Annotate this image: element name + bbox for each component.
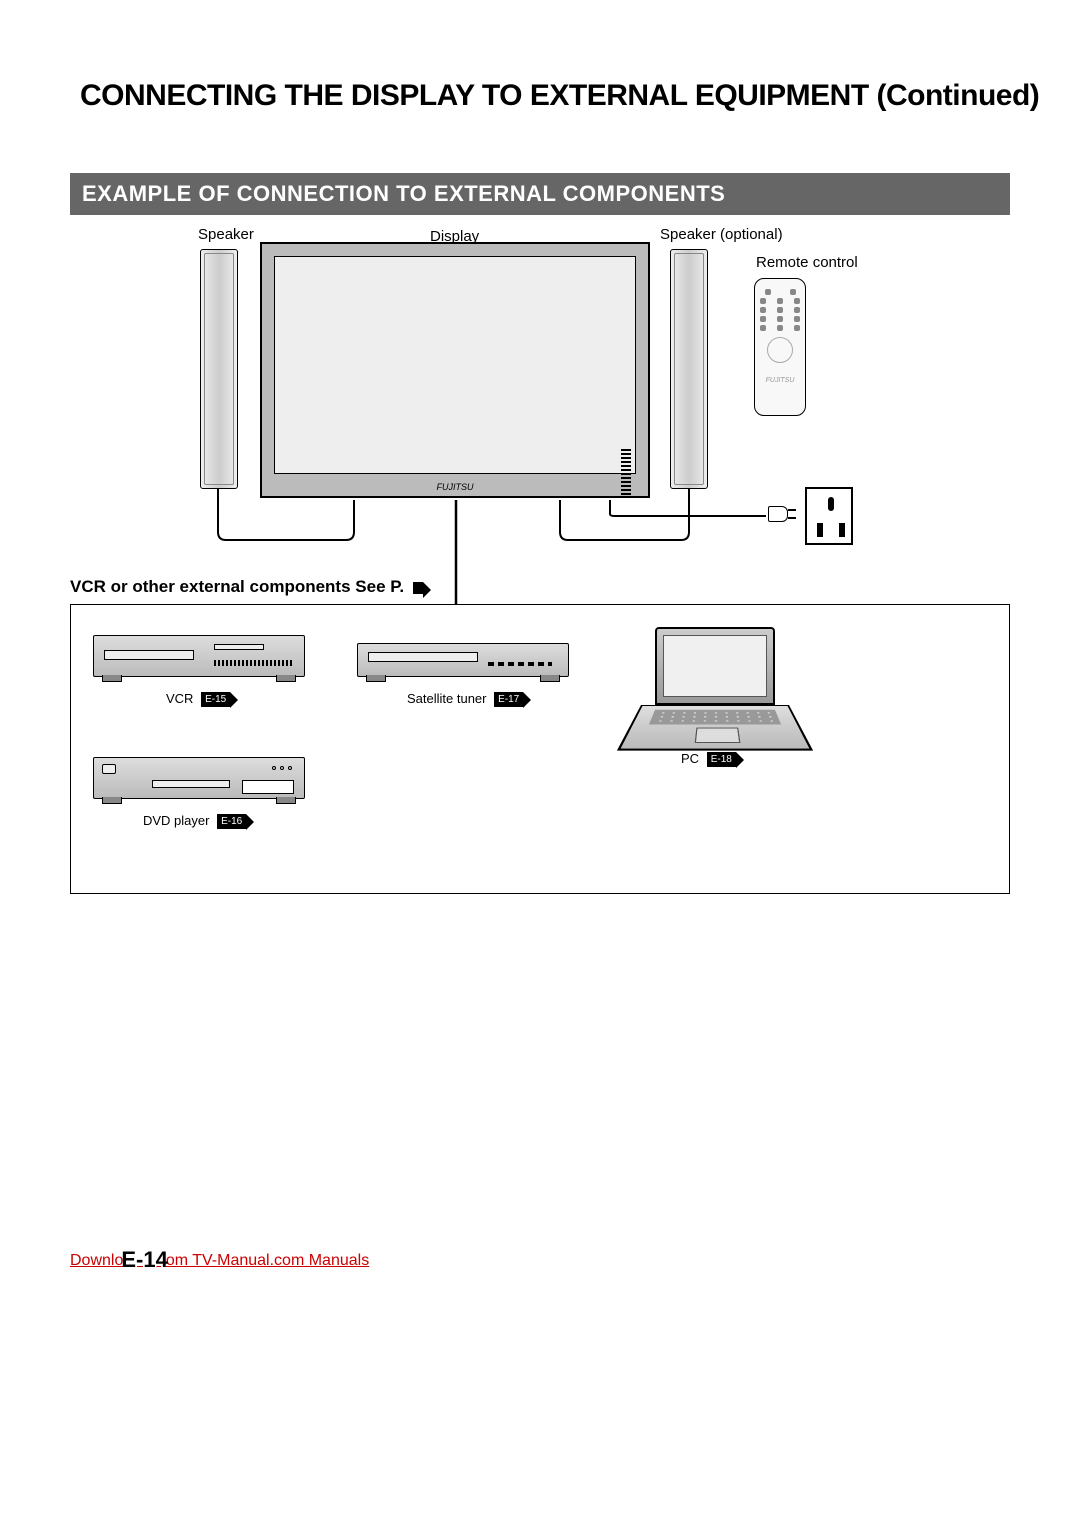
dvd-name: DVD player: [143, 813, 209, 828]
speaker-right-icon: [670, 249, 708, 489]
external-components-heading: VCR or other external components See P.: [70, 577, 423, 597]
vcr-heading-text: VCR or other external components See P.: [70, 577, 404, 596]
speaker-label: Speaker: [198, 226, 254, 243]
power-plug-icon: [760, 504, 796, 524]
page-number: E-14: [121, 1247, 167, 1272]
satellite-tuner-icon: [357, 643, 569, 677]
vcr-page-ref: E-15: [201, 692, 230, 707]
vcr-name: VCR: [166, 691, 193, 706]
components-box: VCR E-15 DVD player E-16 Satellite tuner…: [70, 604, 1010, 894]
laptop-keyboard-icon: [617, 705, 813, 751]
speaker-optional-label: Speaker (optional): [660, 226, 783, 243]
sat-page-ref: E-17: [494, 692, 523, 707]
remote-control-icon: FUJITSU: [754, 278, 806, 416]
page-title-bar: CONNECTING THE DISPLAY TO EXTERNAL EQUIP…: [70, 72, 1010, 120]
footer-suffix: om TV-Manual.com Manuals: [166, 1252, 369, 1269]
vcr-label: VCR E-15: [166, 691, 230, 707]
page-ref-arrow-icon: [413, 582, 423, 594]
dvd-label: DVD player E-16: [143, 813, 246, 829]
section-heading: EXAMPLE OF CONNECTION TO EXTERNAL COMPON…: [70, 173, 1010, 215]
speaker-left-icon: [200, 249, 238, 489]
pc-label: PC E-18: [681, 751, 736, 767]
page-title: CONNECTING THE DISPLAY TO EXTERNAL EQUIP…: [80, 79, 1039, 113]
pc-page-ref: E-18: [707, 752, 736, 767]
display-screen: [274, 256, 636, 474]
remote-brand-label: FUJITSU: [755, 377, 805, 384]
display-icon: FUJITSU: [260, 242, 650, 498]
connection-diagram: Speaker Display Speaker (optional) Remot…: [70, 214, 1010, 894]
dvd-player-icon: [93, 757, 305, 799]
footer-prefix: Downlo: [70, 1252, 123, 1269]
vcr-icon: [93, 635, 305, 677]
dvd-page-ref: E-16: [217, 814, 246, 829]
footer-source-link[interactable]: DownloE-14om TV-Manual.com Manuals: [70, 1245, 369, 1271]
remote-label: Remote control: [756, 254, 858, 272]
sat-label: Satellite tuner E-17: [407, 691, 523, 707]
pc-name: PC: [681, 751, 699, 766]
display-brand-label: FUJITSU: [262, 482, 648, 492]
laptop-screen-icon: [655, 627, 775, 705]
sat-name: Satellite tuner: [407, 691, 487, 706]
power-outlet-icon: [805, 487, 853, 545]
